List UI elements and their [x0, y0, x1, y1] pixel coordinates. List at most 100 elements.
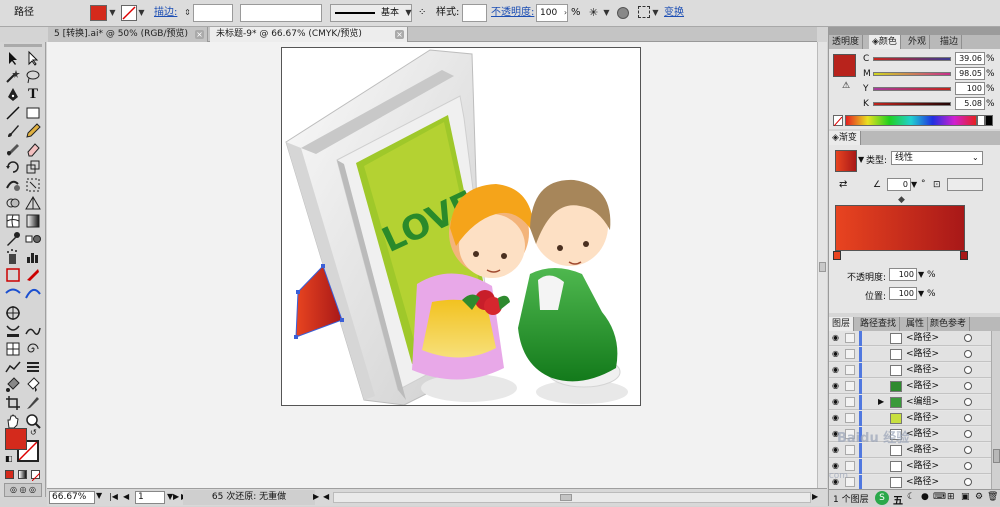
close-icon[interactable]: × — [195, 30, 204, 39]
tab-document-1[interactable]: 5 [转换].ai* @ 50% (RGB/预览) × — [48, 27, 208, 42]
column-graph-tool-icon[interactable] — [24, 248, 42, 265]
target-circle-icon[interactable] — [964, 366, 972, 374]
color-spectrum[interactable] — [845, 115, 977, 126]
recolor-dropdown-icon[interactable]: ▼ — [601, 4, 612, 22]
channel-m-slider[interactable] — [873, 72, 951, 76]
fill-swatch[interactable] — [90, 5, 107, 21]
ime-mode-label[interactable]: 五 — [893, 492, 903, 507]
target-circle-icon[interactable] — [964, 350, 972, 358]
stop-location-dropdown-icon[interactable]: ▼ — [918, 289, 924, 298]
transform-link[interactable]: 变换 — [664, 4, 684, 22]
stop-location-input[interactable]: 100 — [889, 287, 917, 300]
visibility-eye-icon[interactable]: ◉ — [832, 414, 842, 422]
angle-input[interactable]: 0 — [887, 178, 911, 191]
new-sublayer-icon[interactable]: ⊞ — [947, 492, 955, 502]
target-circle-icon[interactable] — [964, 478, 972, 486]
expand-triangle-icon[interactable]: ▶ — [878, 397, 884, 406]
channel-k-input[interactable]: 5.08 — [955, 97, 985, 110]
visibility-eye-icon[interactable]: ◉ — [832, 398, 842, 406]
target-circle-icon[interactable] — [964, 462, 972, 470]
graph-line-tool-icon[interactable] — [4, 358, 22, 375]
layer-row[interactable]: ◉ <路径> — [829, 459, 991, 474]
layers-scroll-thumb[interactable] — [993, 449, 1000, 463]
status-menu-icon[interactable]: ▶ — [313, 492, 319, 501]
recolor-icon[interactable]: ✳ — [589, 6, 598, 19]
color-fill-swatch[interactable] — [833, 54, 856, 77]
variable-width-field[interactable] — [240, 4, 322, 22]
tab-gradient[interactable]: ◈渐变 — [829, 131, 861, 145]
stop-opacity-dropdown-icon[interactable]: ▼ — [918, 270, 924, 279]
stroke-link[interactable]: 描边: — [154, 4, 177, 22]
scroll-thumb[interactable] — [819, 262, 826, 272]
scroll-left-icon[interactable]: ◀ — [323, 492, 329, 501]
grid-tool-icon[interactable] — [4, 340, 22, 357]
knife-tool-icon[interactable] — [24, 394, 42, 411]
tab-layers[interactable]: 图层 — [829, 317, 855, 331]
tab-document-2[interactable]: 未标题-9* @ 66.67% (CMYK/预览) × — [210, 27, 408, 42]
graphic-styles-icon[interactable]: ⁘ — [418, 7, 430, 19]
slice-tool-icon[interactable] — [24, 266, 42, 283]
width-tool-icon[interactable] — [4, 284, 22, 301]
artboard[interactable]: LOVE — [281, 47, 641, 406]
free-transform-tool-icon[interactable] — [24, 176, 42, 193]
selection-tool-icon[interactable] — [4, 50, 22, 67]
visibility-eye-icon[interactable]: ◉ — [832, 462, 842, 470]
shape-builder-tool-icon[interactable] — [4, 194, 22, 211]
lock-toggle[interactable] — [845, 365, 855, 375]
gradient-stop-end[interactable] — [960, 251, 968, 260]
boy-figure[interactable] — [518, 179, 628, 404]
gradient-presets-dropdown-icon[interactable]: ▼ — [858, 155, 864, 164]
target-circle-icon[interactable] — [964, 446, 972, 454]
type-tool-icon[interactable]: T — [24, 86, 42, 103]
lock-toggle[interactable] — [845, 397, 855, 407]
angle-dropdown-icon[interactable]: ▼ — [911, 180, 917, 189]
close-icon[interactable]: × — [395, 30, 404, 39]
color-mode-icon[interactable] — [5, 470, 14, 479]
target-circle-icon[interactable] — [964, 398, 972, 406]
rectangle-tool-icon[interactable] — [24, 104, 42, 121]
reshape-tool-icon[interactable] — [24, 322, 42, 339]
opacity-dropdown-icon[interactable]: › — [560, 4, 571, 22]
black-swatch[interactable] — [985, 115, 993, 126]
isolate-icon[interactable] — [617, 7, 629, 19]
gradient-type-dropdown-icon[interactable]: ⌄ — [972, 153, 979, 162]
puppet-warp-tool-icon[interactable] — [4, 322, 22, 339]
tab-color-guide[interactable]: 颜色参考 — [927, 317, 971, 331]
ime-logo-icon[interactable]: S — [875, 491, 889, 505]
rotate-tool-icon[interactable] — [4, 158, 22, 175]
drawing-modes-icon[interactable]: ◎ ◎ ◎ — [4, 483, 42, 497]
tab-pathfinder[interactable]: 路径查找 — [857, 317, 901, 331]
fill-dropdown-icon[interactable]: ▼ — [107, 4, 118, 22]
hscroll-thumb[interactable] — [560, 494, 572, 501]
target-circle-icon[interactable] — [964, 430, 972, 438]
lock-toggle[interactable] — [845, 333, 855, 343]
lock-toggle[interactable] — [845, 413, 855, 423]
out-of-gamut-icon[interactable]: ⚠ — [842, 81, 850, 91]
layer-row[interactable]: ◉ <路径> — [829, 379, 991, 394]
opacity-link[interactable]: 不透明度: — [491, 4, 534, 22]
align-dropdown-icon[interactable]: ▼ — [650, 4, 661, 22]
gradient-stop-start[interactable] — [833, 251, 841, 260]
default-colors-icon[interactable]: ◧ — [5, 454, 13, 463]
twirl-tool-icon[interactable] — [24, 340, 42, 357]
lock-toggle[interactable] — [845, 381, 855, 391]
list-tool-icon[interactable] — [24, 358, 42, 375]
layer-row[interactable]: ◉ <路径> — [829, 363, 991, 378]
warp-tool-icon[interactable] — [4, 176, 22, 193]
stop-opacity-input[interactable]: 100 — [889, 268, 917, 281]
swap-colors-icon[interactable]: ↺ — [30, 428, 37, 437]
next-artboard-icon[interactable]: ▶ — [173, 492, 179, 501]
stroke-weight-stepper[interactable]: ⇕ — [182, 4, 193, 22]
perspective-grid-tool-icon[interactable] — [24, 194, 42, 211]
visibility-eye-icon[interactable]: ◉ — [832, 334, 842, 342]
mesh-tool-icon[interactable] — [4, 212, 22, 229]
keyboard-icon[interactable]: ⌨ — [933, 492, 946, 502]
moon-icon[interactable]: ☾ — [907, 492, 915, 502]
punctuation-icon[interactable]: ● — [921, 492, 929, 502]
visibility-eye-icon[interactable]: ◉ — [832, 366, 842, 374]
layers-scrollbar[interactable] — [991, 331, 1000, 489]
horizontal-scrollbar[interactable] — [333, 492, 811, 503]
hand-tool-icon[interactable] — [4, 412, 22, 429]
channel-c-input[interactable]: 39.06 — [955, 52, 985, 65]
live-paint-bucket-icon[interactable] — [4, 376, 22, 393]
